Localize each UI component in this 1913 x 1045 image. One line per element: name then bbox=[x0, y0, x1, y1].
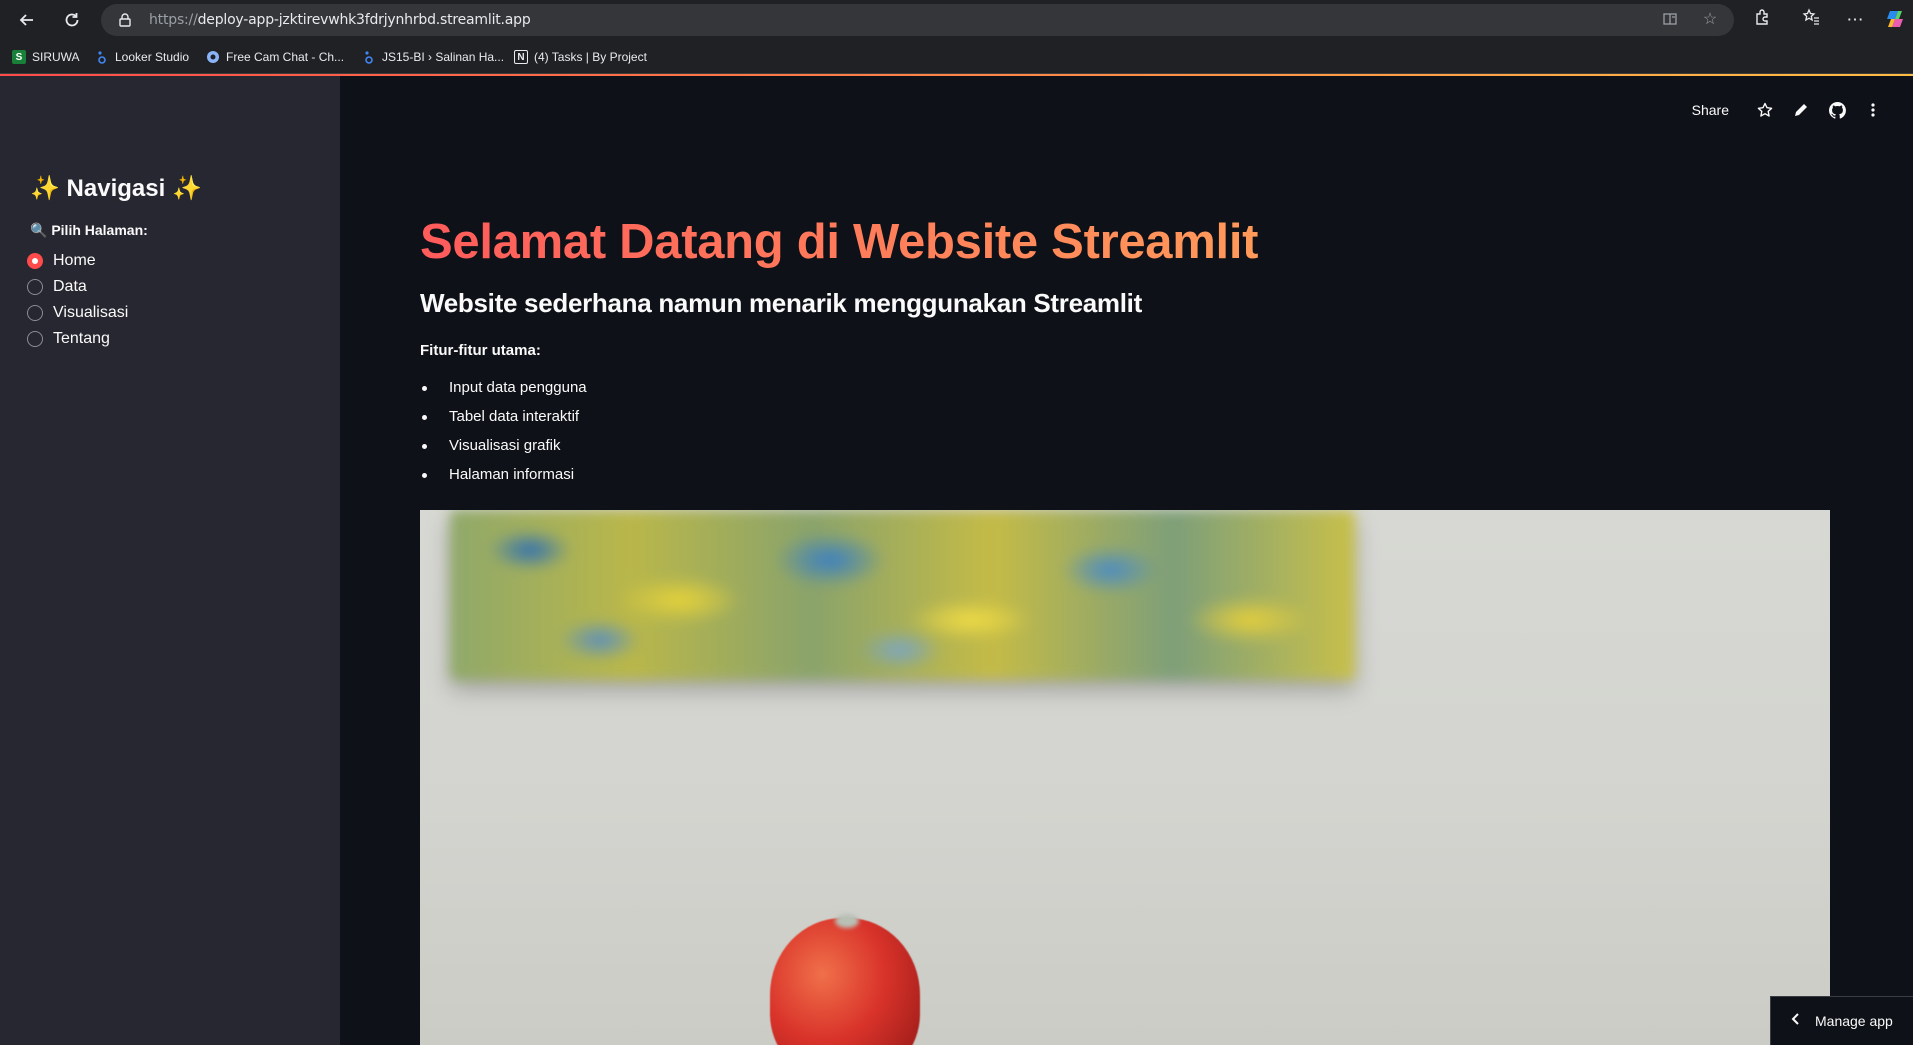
list-item: Visualisasi grafik bbox=[420, 436, 587, 465]
feature-list: Input data pengguna Tabel data interakti… bbox=[420, 378, 587, 494]
url-text[interactable]: https://deploy-app-jzktirevwhk3fdrjynhrb… bbox=[149, 12, 531, 28]
copilot-icon[interactable] bbox=[1883, 8, 1907, 32]
bookmark-js15-bi[interactable]: JS15-BI › Salinan Ha... bbox=[362, 48, 504, 66]
radio-option-label: Data bbox=[53, 278, 87, 295]
looker-icon bbox=[362, 50, 376, 64]
main-content: Selamat Datang di Website Streamlit Webs… bbox=[340, 76, 1913, 1045]
image-blurred-painting bbox=[450, 510, 1355, 680]
radio-group-label: 🔍 Pilih Halaman: bbox=[30, 222, 148, 238]
radio-selected-icon[interactable] bbox=[27, 253, 43, 269]
bookmarks-bar: S SIRUWA Looker Studio Free Cam Chat - C… bbox=[0, 40, 1913, 74]
chevron-left-icon bbox=[1791, 1012, 1801, 1031]
bookmark-looker-studio[interactable]: Looker Studio bbox=[95, 48, 189, 66]
bookmark-tasks[interactable]: N (4) Tasks | By Project bbox=[514, 48, 647, 66]
split-screen-icon[interactable] bbox=[1661, 11, 1679, 29]
url-protocol: https:// bbox=[149, 12, 198, 28]
radio-option-visualisasi[interactable]: Visualisasi bbox=[27, 300, 128, 326]
bookmark-label: SIRUWA bbox=[32, 50, 80, 64]
kebab-menu-icon[interactable] bbox=[1855, 96, 1891, 124]
radio-option-tentang[interactable]: Tentang bbox=[27, 326, 128, 352]
features-label: Fitur-fitur utama: bbox=[420, 342, 541, 359]
page-subtitle: Website sederhana namun menarik mengguna… bbox=[420, 288, 1142, 318]
bookmark-free-cam-chat[interactable]: Free Cam Chat - Ch... bbox=[206, 48, 344, 66]
radio-unselected-icon[interactable] bbox=[27, 279, 43, 295]
bookmark-label: Looker Studio bbox=[115, 50, 190, 64]
edit-pencil-icon[interactable] bbox=[1783, 96, 1819, 124]
notion-icon: N bbox=[514, 50, 528, 64]
share-button[interactable]: Share bbox=[1692, 102, 1729, 118]
browser-toolbar: https://deploy-app-jzktirevwhk3fdrjynhrb… bbox=[0, 0, 1913, 40]
manage-app-button[interactable]: Manage app bbox=[1770, 996, 1913, 1045]
list-item: Tabel data interaktif bbox=[420, 407, 587, 436]
sidebar: ✨ Navigasi ✨ 🔍 Pilih Halaman: Home Data … bbox=[0, 76, 340, 1045]
radio-option-label: Home bbox=[53, 252, 96, 269]
url-host: deploy-app-jzktirevwhk3fdrjynhrbd.stream… bbox=[197, 12, 531, 28]
radio-unselected-icon[interactable] bbox=[27, 331, 43, 347]
favorite-star-icon[interactable]: ☆ bbox=[1701, 11, 1719, 29]
more-menu-icon[interactable]: ⋯ bbox=[1843, 8, 1867, 32]
sidebar-title: ✨ Navigasi ✨ bbox=[30, 175, 202, 202]
siruwa-icon: S bbox=[12, 50, 26, 64]
app-header-actions: Share bbox=[1692, 96, 1891, 124]
bookmark-label: Free Cam Chat - Ch... bbox=[226, 50, 345, 64]
extensions-icon[interactable] bbox=[1750, 8, 1774, 32]
radio-option-label: Tentang bbox=[53, 330, 110, 347]
github-icon[interactable] bbox=[1819, 96, 1855, 124]
address-bar[interactable]: https://deploy-app-jzktirevwhk3fdrjynhrb… bbox=[101, 4, 1734, 36]
lock-icon[interactable] bbox=[117, 12, 133, 28]
chat-icon bbox=[206, 50, 220, 64]
radio-unselected-icon[interactable] bbox=[27, 305, 43, 321]
bookmark-label: JS15-BI › Salinan Ha... bbox=[382, 50, 505, 64]
list-item: Halaman informasi bbox=[420, 465, 587, 494]
page-radio-group: Home Data Visualisasi Tentang bbox=[27, 248, 128, 352]
radio-option-home[interactable]: Home bbox=[27, 248, 128, 274]
image-apple-stem-dip bbox=[835, 914, 859, 928]
radio-option-label: Visualisasi bbox=[53, 304, 129, 321]
bookmark-siruwa[interactable]: S SIRUWA bbox=[12, 48, 80, 66]
manage-app-label: Manage app bbox=[1815, 1013, 1893, 1029]
back-arrow-icon[interactable] bbox=[13, 6, 41, 34]
list-item: Input data pengguna bbox=[420, 378, 587, 407]
hero-image-apple bbox=[420, 510, 1830, 1045]
radio-option-data[interactable]: Data bbox=[27, 274, 128, 300]
looker-icon bbox=[95, 50, 109, 64]
star-icon[interactable] bbox=[1747, 96, 1783, 124]
page-title: Selamat Datang di Website Streamlit bbox=[420, 215, 1259, 269]
bookmark-label: (4) Tasks | By Project bbox=[534, 50, 647, 64]
favorites-icon[interactable] bbox=[1799, 8, 1823, 32]
reload-icon[interactable] bbox=[58, 6, 86, 34]
